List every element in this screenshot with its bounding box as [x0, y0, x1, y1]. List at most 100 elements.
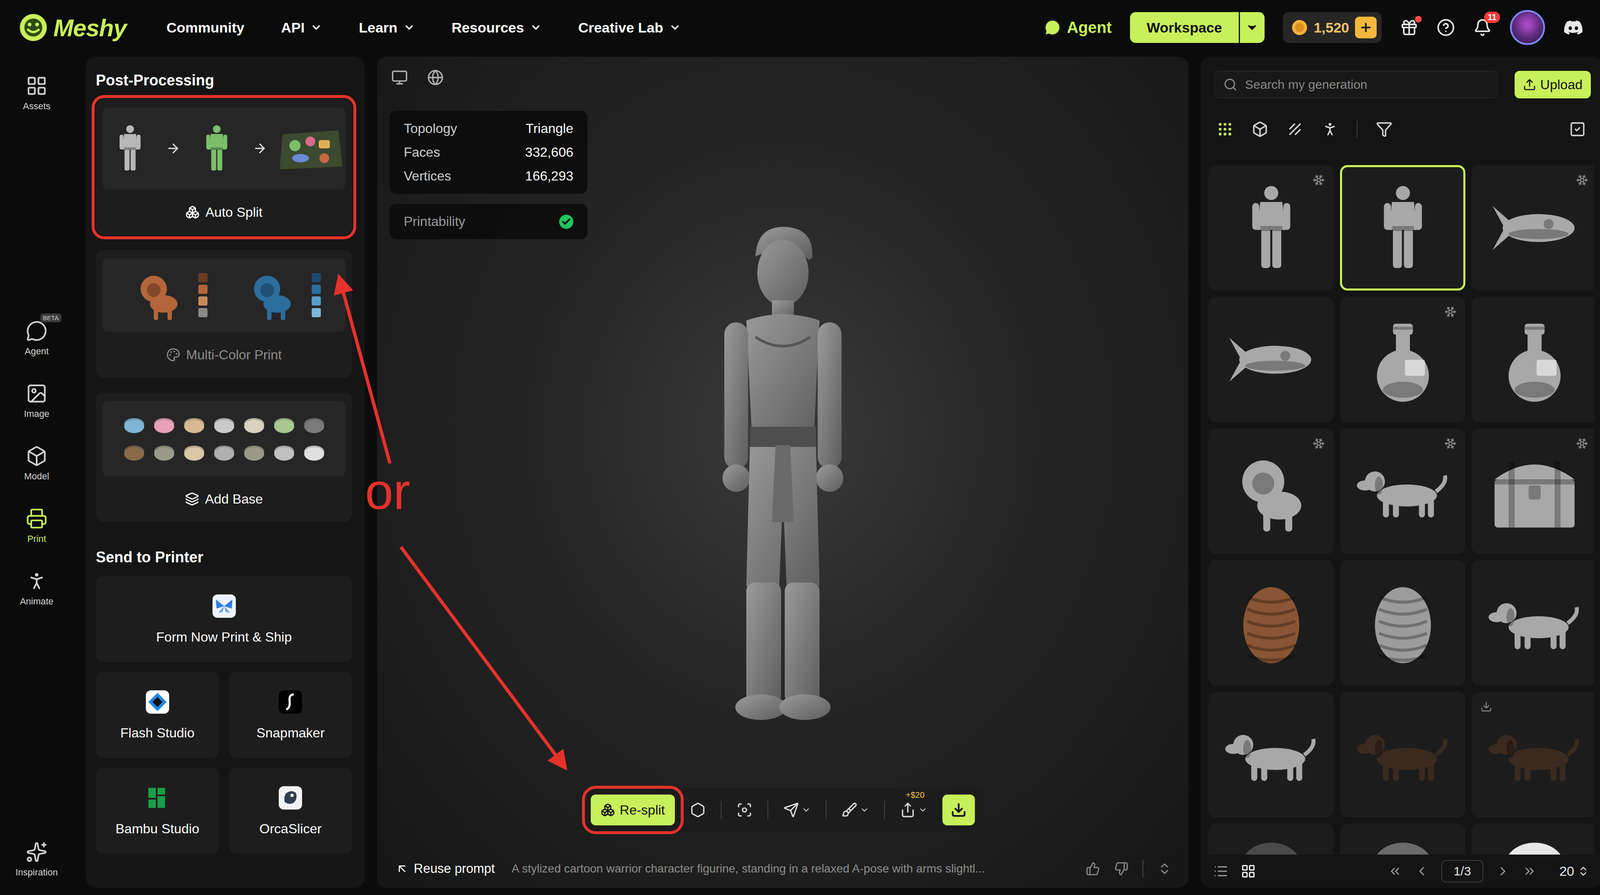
- prompt-separator: [1142, 859, 1144, 878]
- dog-model-icon: [1352, 704, 1453, 805]
- printer-title: Send to Printer: [95, 548, 353, 566]
- printability-label: Printability: [403, 213, 466, 230]
- thumbs-down-icon[interactable]: [1114, 861, 1129, 876]
- rail-item[interactable]: Image: [23, 382, 50, 420]
- workspace-button[interactable]: Workspace: [1130, 12, 1239, 43]
- rail-item[interactable]: Model: [24, 445, 50, 482]
- stat-value: 166,293: [525, 168, 574, 184]
- prev-page-icon[interactable]: [1414, 863, 1429, 878]
- capture-button[interactable]: [734, 799, 755, 820]
- filter-button[interactable]: [1286, 120, 1304, 138]
- notifications-button[interactable]: 11: [1473, 18, 1492, 37]
- base-shape-icon: [242, 442, 266, 463]
- reuse-prompt-button[interactable]: Reuse prompt: [395, 860, 495, 876]
- swatch-column: [311, 272, 321, 318]
- base-button[interactable]: [687, 799, 709, 820]
- rail-item[interactable]: Animate: [20, 570, 54, 607]
- globe-icon[interactable]: [427, 69, 444, 86]
- search-field[interactable]: [1214, 70, 1498, 99]
- generation-thumb[interactable]: [1471, 691, 1595, 818]
- generation-thumb[interactable]: [1208, 165, 1334, 291]
- logo[interactable]: Meshy: [18, 12, 127, 43]
- generation-thumb[interactable]: [1208, 560, 1334, 686]
- user-avatar[interactable]: [1510, 10, 1545, 45]
- printer-card[interactable]: Form Now Print & Ship: [95, 575, 353, 662]
- generation-thumb[interactable]: [1340, 165, 1466, 291]
- base-shape-icon: [152, 442, 176, 463]
- generation-thumb[interactable]: [1340, 296, 1466, 423]
- printer-card[interactable]: OrcaSlicer: [229, 767, 353, 854]
- resplit-button[interactable]: Re-split: [590, 794, 675, 825]
- discord-icon: [1563, 17, 1584, 38]
- generation-thumb[interactable]: [1471, 428, 1595, 554]
- nav-link[interactable]: API: [281, 19, 323, 36]
- generation-thumb[interactable]: [1471, 165, 1595, 291]
- printer-card[interactable]: Bambu Studio: [95, 767, 220, 854]
- chevron-down-icon: [918, 805, 928, 815]
- printer-card[interactable]: Snapmaker: [229, 671, 353, 758]
- image-icon: [25, 382, 48, 405]
- generation-thumb[interactable]: [1208, 428, 1334, 554]
- brush-button[interactable]: [839, 799, 872, 820]
- page-size-select[interactable]: 20: [1559, 863, 1590, 879]
- next-page-icon[interactable]: [1495, 863, 1510, 878]
- search-input[interactable]: [1244, 77, 1489, 93]
- tool-label: Auto Split: [102, 189, 346, 235]
- rail-item[interactable]: Print: [25, 507, 48, 545]
- generation-thumb[interactable]: [1340, 560, 1466, 686]
- nav-link[interactable]: Resources: [451, 19, 542, 36]
- arrow-up-left-icon: [395, 861, 409, 875]
- post-processing-panel: Post-ProcessingAuto SplitMulti-Color Pri…: [85, 56, 365, 888]
- character-model-icon[interactable]: [691, 219, 875, 728]
- filter-button[interactable]: [1216, 120, 1234, 138]
- expand-icon[interactable]: [1157, 861, 1172, 876]
- mesh-stats: TopologyTriangleFaces332,606Vertices166,…: [389, 110, 588, 194]
- generation-thumb[interactable]: [1471, 823, 1595, 855]
- view-toggle[interactable]: [1213, 863, 1229, 879]
- page-indicator[interactable]: 1/3: [1441, 859, 1484, 883]
- base-shape-icon: [122, 414, 146, 435]
- filter-button[interactable]: [1321, 120, 1339, 138]
- generation-thumb[interactable]: [1208, 296, 1334, 423]
- meshy-logo-icon: [18, 12, 49, 43]
- select-mode-button[interactable]: [1569, 120, 1586, 138]
- thumbs-up-icon[interactable]: [1085, 861, 1100, 876]
- view-toggle[interactable]: [1240, 863, 1256, 879]
- agent-link[interactable]: Agent: [1043, 18, 1112, 37]
- generation-thumb[interactable]: [1471, 296, 1595, 423]
- viewport[interactable]: TopologyTriangleFaces332,606Vertices166,…: [377, 98, 1189, 850]
- generation-thumb[interactable]: [1471, 560, 1595, 686]
- first-page-icon[interactable]: [1387, 863, 1403, 878]
- last-page-icon[interactable]: [1522, 863, 1537, 878]
- discord-button[interactable]: [1563, 17, 1584, 38]
- help-button[interactable]: [1436, 18, 1455, 37]
- filter-menu-button[interactable]: [1375, 120, 1393, 138]
- generation-thumb[interactable]: [1208, 691, 1334, 818]
- tool-card[interactable]: Multi-Color Print: [95, 250, 353, 378]
- workspace-dropdown[interactable]: [1238, 12, 1265, 43]
- rail-item[interactable]: Inspiration: [15, 840, 58, 878]
- tool-card[interactable]: Add Base: [95, 392, 353, 522]
- credits-pill[interactable]: 1,520: [1282, 12, 1382, 43]
- share-button[interactable]: +$20: [897, 799, 930, 820]
- upload-button[interactable]: Upload: [1514, 70, 1591, 99]
- printer-card[interactable]: Flash Studio: [95, 671, 220, 758]
- generation-thumb[interactable]: [1208, 823, 1334, 855]
- filter-button[interactable]: [1251, 120, 1269, 138]
- generation-thumb[interactable]: [1340, 691, 1466, 818]
- chevron-down-icon: [530, 21, 542, 34]
- rail-item[interactable]: Assets: [22, 75, 51, 112]
- nav-link[interactable]: Creative Lab: [578, 19, 681, 36]
- nav-link[interactable]: Community: [166, 19, 245, 36]
- generation-thumb[interactable]: [1340, 823, 1466, 855]
- send-button[interactable]: [780, 799, 814, 820]
- tool-card[interactable]: Auto Split: [95, 99, 353, 235]
- monitor-icon[interactable]: [391, 69, 408, 86]
- split-mark-icon: [1444, 305, 1457, 318]
- gift-button[interactable]: [1400, 18, 1419, 37]
- rail-item[interactable]: BETAAgent: [24, 320, 49, 357]
- add-credits-button[interactable]: [1355, 16, 1377, 39]
- generation-thumb[interactable]: [1340, 428, 1466, 554]
- download-button[interactable]: [942, 794, 975, 825]
- nav-link[interactable]: Learn: [358, 19, 415, 36]
